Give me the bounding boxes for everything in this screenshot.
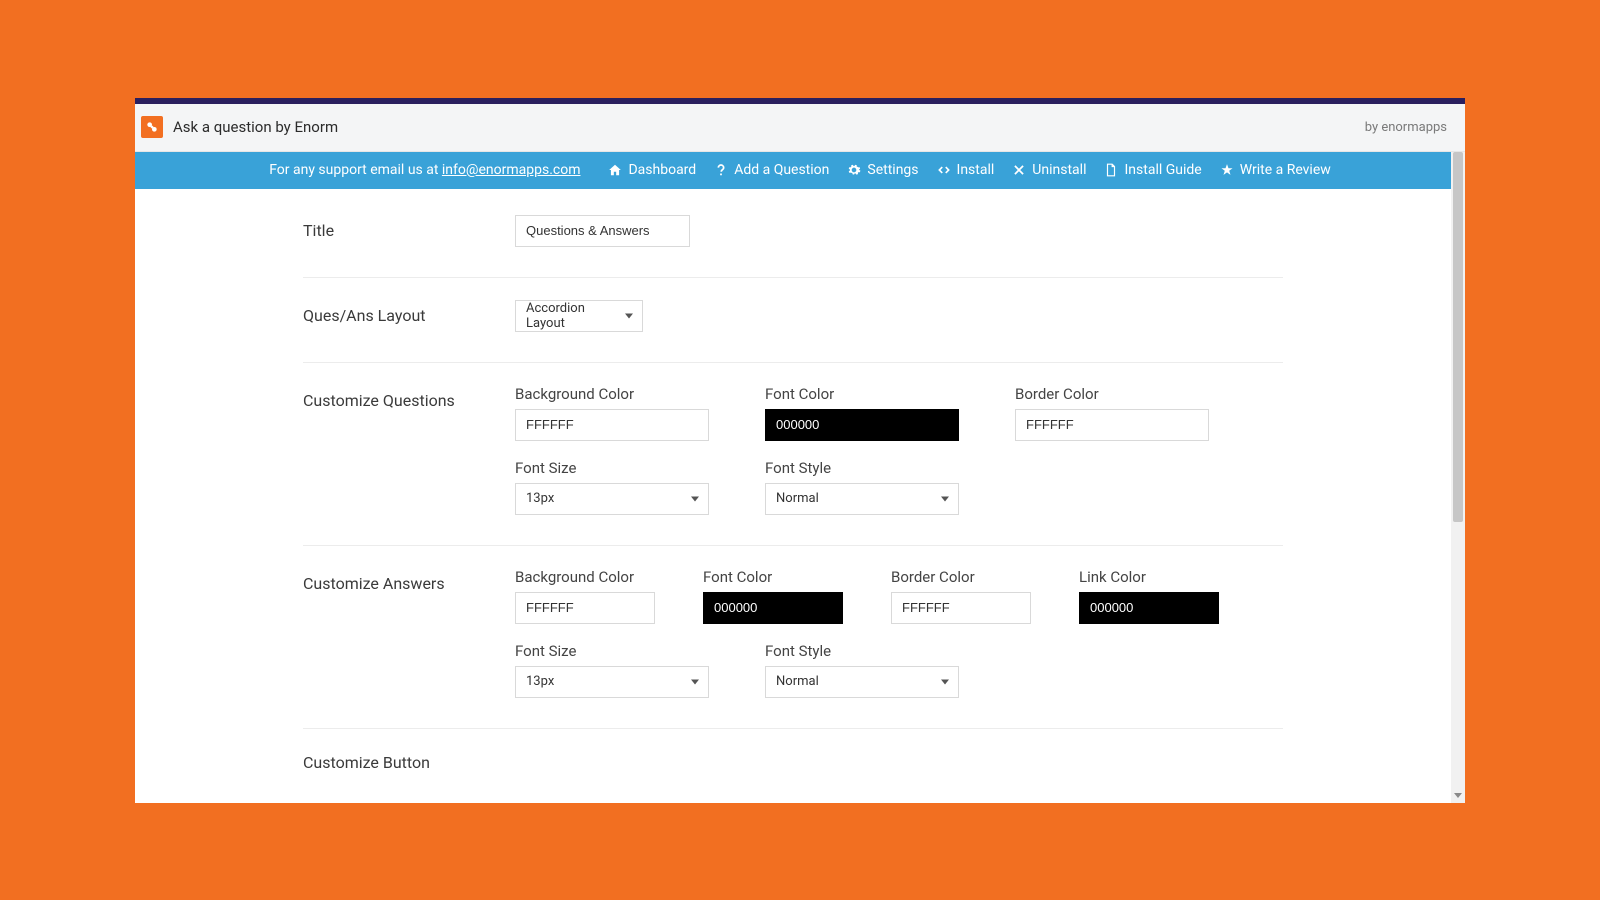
section-customize-answers: Customize Answers Background Color Font … (303, 546, 1283, 729)
app-title: Ask a question by Enorm (173, 118, 338, 136)
nav-label: Settings (867, 162, 918, 178)
code-icon (937, 163, 951, 177)
q-bg-input[interactable] (515, 409, 709, 441)
nav-install[interactable]: Install (937, 162, 995, 178)
select-value: Normal (776, 674, 819, 689)
settings-form: Title Ques/Ans Layout Accordion Layout C… (303, 189, 1283, 772)
a-fontcolor-label: Font Color (703, 568, 843, 586)
q-fontstyle-select[interactable]: Normal (765, 483, 959, 515)
nav-label: Install Guide (1124, 162, 1201, 178)
select-value: 13px (526, 491, 554, 506)
a-link-input[interactable] (1079, 592, 1219, 624)
a-fontsize-select[interactable]: 13px (515, 666, 709, 698)
q-fontsize-label: Font Size (515, 459, 709, 477)
a-link-label: Link Color (1079, 568, 1219, 586)
support-email-link[interactable]: info@enormapps.com (442, 162, 581, 178)
select-value: Accordion Layout (526, 301, 620, 331)
q-fontsize-select[interactable]: 13px (515, 483, 709, 515)
section-label: Customize Questions (303, 385, 515, 515)
a-bg-input[interactable] (515, 592, 655, 624)
layout-select[interactable]: Accordion Layout (515, 300, 643, 332)
q-fontcolor-input[interactable] (765, 409, 959, 441)
nav-write-review[interactable]: Write a Review (1220, 162, 1331, 178)
gear-icon (847, 163, 861, 177)
star-icon (1220, 163, 1234, 177)
nav-label: Uninstall (1032, 162, 1086, 178)
file-icon (1104, 163, 1118, 177)
app-frame: Ask a question by Enorm by enormapps For… (135, 98, 1465, 803)
nav-install-guide[interactable]: Install Guide (1104, 162, 1201, 178)
by-label: by enormapps (1365, 120, 1447, 135)
a-border-label: Border Color (891, 568, 1031, 586)
app-logo-icon (141, 116, 163, 138)
support-prefix: For any support email us at (269, 162, 442, 178)
nav-label: Dashboard (628, 162, 696, 178)
scroll-thumb[interactable] (1453, 152, 1463, 522)
a-fontstyle-select[interactable]: Normal (765, 666, 959, 698)
nav-label: Install (957, 162, 995, 178)
nav-settings[interactable]: Settings (847, 162, 918, 178)
a-bg-label: Background Color (515, 568, 655, 586)
scroll-down-button[interactable] (1451, 789, 1465, 803)
section-customize-questions: Customize Questions Background Color Fon… (303, 363, 1283, 546)
home-icon (608, 163, 622, 177)
title-input[interactable] (515, 215, 690, 247)
nav-dashboard[interactable]: Dashboard (608, 162, 696, 178)
vertical-scrollbar[interactable] (1451, 152, 1465, 803)
question-icon (714, 163, 728, 177)
select-value: 13px (526, 674, 554, 689)
section-layout: Ques/Ans Layout Accordion Layout (303, 278, 1283, 363)
header-left: Ask a question by Enorm (141, 116, 338, 138)
a-fontstyle-label: Font Style (765, 642, 959, 660)
navbar: For any support email us at info@enormap… (135, 152, 1465, 189)
close-icon (1012, 163, 1026, 177)
nav-add-question[interactable]: Add a Question (714, 162, 829, 178)
section-label: Title (303, 215, 515, 247)
nav-label: Add a Question (734, 162, 829, 178)
app-header: Ask a question by Enorm by enormapps (135, 104, 1465, 152)
q-bg-label: Background Color (515, 385, 709, 403)
a-fontcolor-input[interactable] (703, 592, 843, 624)
a-border-input[interactable] (891, 592, 1031, 624)
q-fontcolor-label: Font Color (765, 385, 959, 403)
q-border-label: Border Color (1015, 385, 1209, 403)
nav-label: Write a Review (1240, 162, 1331, 178)
q-fontstyle-label: Font Style (765, 459, 959, 477)
select-value: Normal (776, 491, 819, 506)
section-label: Customize Answers (303, 568, 515, 698)
section-title: Title (303, 209, 1283, 278)
nav-uninstall[interactable]: Uninstall (1012, 162, 1086, 178)
section-customize-button-cut: Customize Button (303, 729, 1283, 772)
q-border-input[interactable] (1015, 409, 1209, 441)
section-label: Ques/Ans Layout (303, 300, 515, 332)
support-text: For any support email us at info@enormap… (269, 162, 580, 178)
scroll-area: Title Ques/Ans Layout Accordion Layout C… (135, 189, 1451, 803)
a-fontsize-label: Font Size (515, 642, 709, 660)
